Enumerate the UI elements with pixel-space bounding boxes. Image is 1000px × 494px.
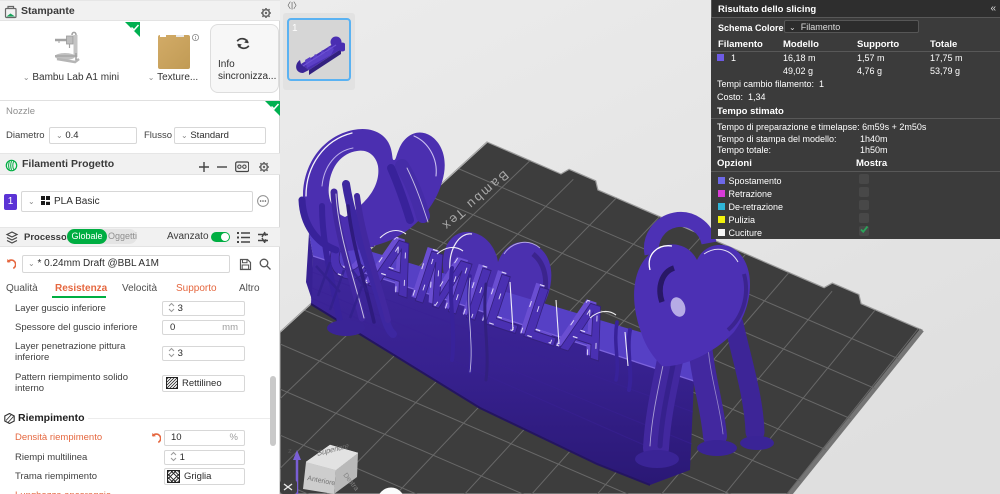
- svg-text:z: z: [288, 446, 292, 455]
